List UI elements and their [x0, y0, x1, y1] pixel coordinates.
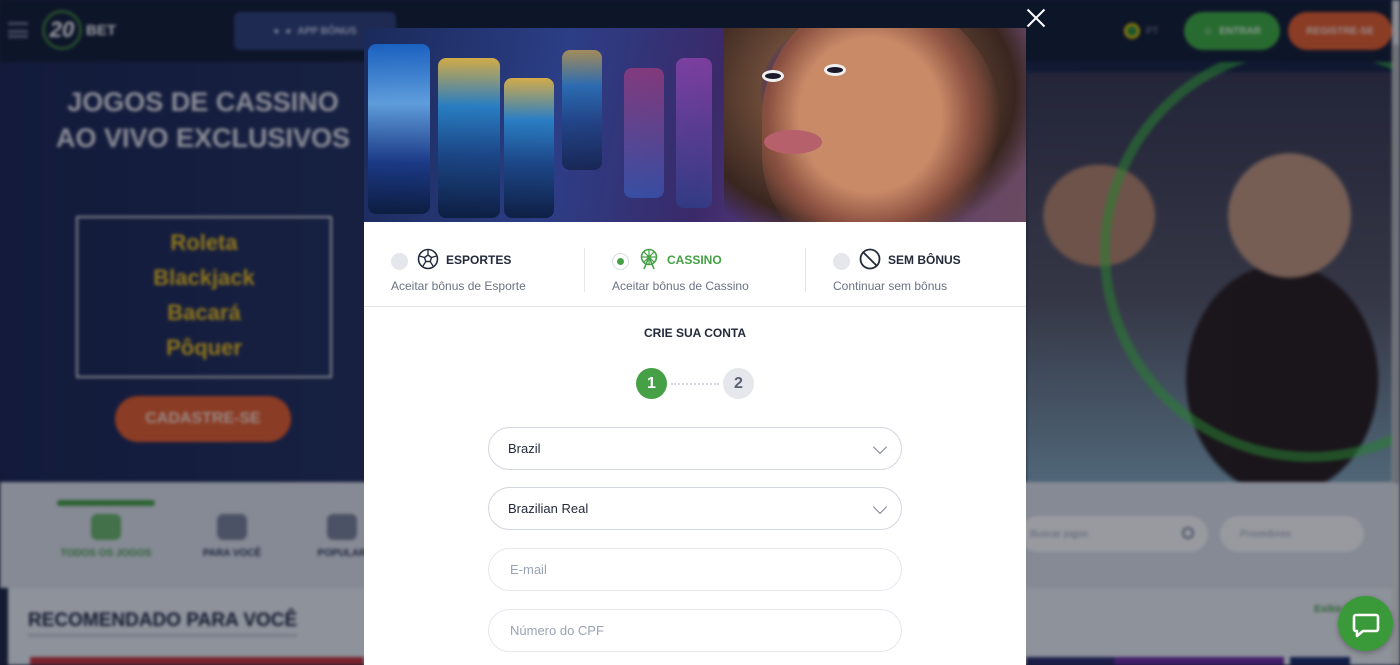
model-eye — [762, 70, 784, 82]
model-eye — [824, 64, 846, 76]
model-face — [762, 28, 1002, 222]
soccer-ball-icon — [417, 248, 439, 270]
slot-machine-image — [504, 78, 554, 218]
bonus-title: SEM BÔNUS — [888, 253, 961, 267]
bonus-selector: ESPORTES Aceitar bônus de Esporte CASSIN… — [364, 222, 1026, 307]
no-entry-icon — [859, 248, 881, 270]
slot-machine-image — [562, 50, 602, 170]
divider — [584, 248, 585, 292]
divider — [805, 248, 806, 292]
chevron-down-icon — [872, 439, 888, 455]
ferris-wheel-icon — [640, 248, 658, 270]
chat-bubble-icon — [1352, 613, 1379, 637]
slot-machine-image — [438, 58, 500, 218]
bonus-title: CASSINO — [667, 253, 722, 267]
bonus-option-no-bonus[interactable]: SEM BÔNUS Continuar sem bônus — [833, 246, 1026, 296]
slot-machine-image — [624, 68, 664, 198]
bonus-subtitle: Aceitar bônus de Cassino — [612, 279, 749, 293]
chevron-down-icon — [872, 499, 888, 515]
step-connector — [671, 383, 719, 385]
step-1: 1 — [636, 368, 667, 399]
email-field[interactable] — [488, 548, 902, 591]
radio-button-selected[interactable] — [612, 253, 629, 270]
bonus-subtitle: Aceitar bônus de Esporte — [391, 279, 526, 293]
currency-value: Brazilian Real — [508, 501, 589, 516]
bonus-option-sports[interactable]: ESPORTES Aceitar bônus de Esporte — [391, 246, 591, 296]
modal-banner-image — [364, 28, 1026, 222]
radio-button[interactable] — [833, 253, 850, 270]
cpf-field[interactable] — [488, 609, 902, 652]
country-value: Brazil — [508, 441, 541, 456]
live-chat-button[interactable] — [1338, 596, 1393, 651]
close-icon[interactable] — [1024, 6, 1048, 30]
step-2: 2 — [723, 368, 754, 399]
bonus-option-casino[interactable]: CASSINO Aceitar bônus de Cassino — [612, 246, 812, 296]
currency-select[interactable]: Brazilian Real — [488, 487, 902, 530]
form-title: CRIE SUA CONTA — [644, 326, 746, 340]
slot-machine-image — [368, 44, 430, 214]
slot-machine-image — [676, 58, 712, 208]
bonus-subtitle: Continuar sem bônus — [833, 279, 948, 293]
country-select[interactable]: Brazil — [488, 427, 902, 470]
registration-modal: ESPORTES Aceitar bônus de Esporte CASSIN… — [364, 28, 1026, 665]
bonus-title: ESPORTES — [446, 253, 512, 267]
radio-button[interactable] — [391, 253, 408, 270]
model-lips — [764, 130, 822, 154]
step-indicator: 1 2 — [636, 368, 754, 400]
